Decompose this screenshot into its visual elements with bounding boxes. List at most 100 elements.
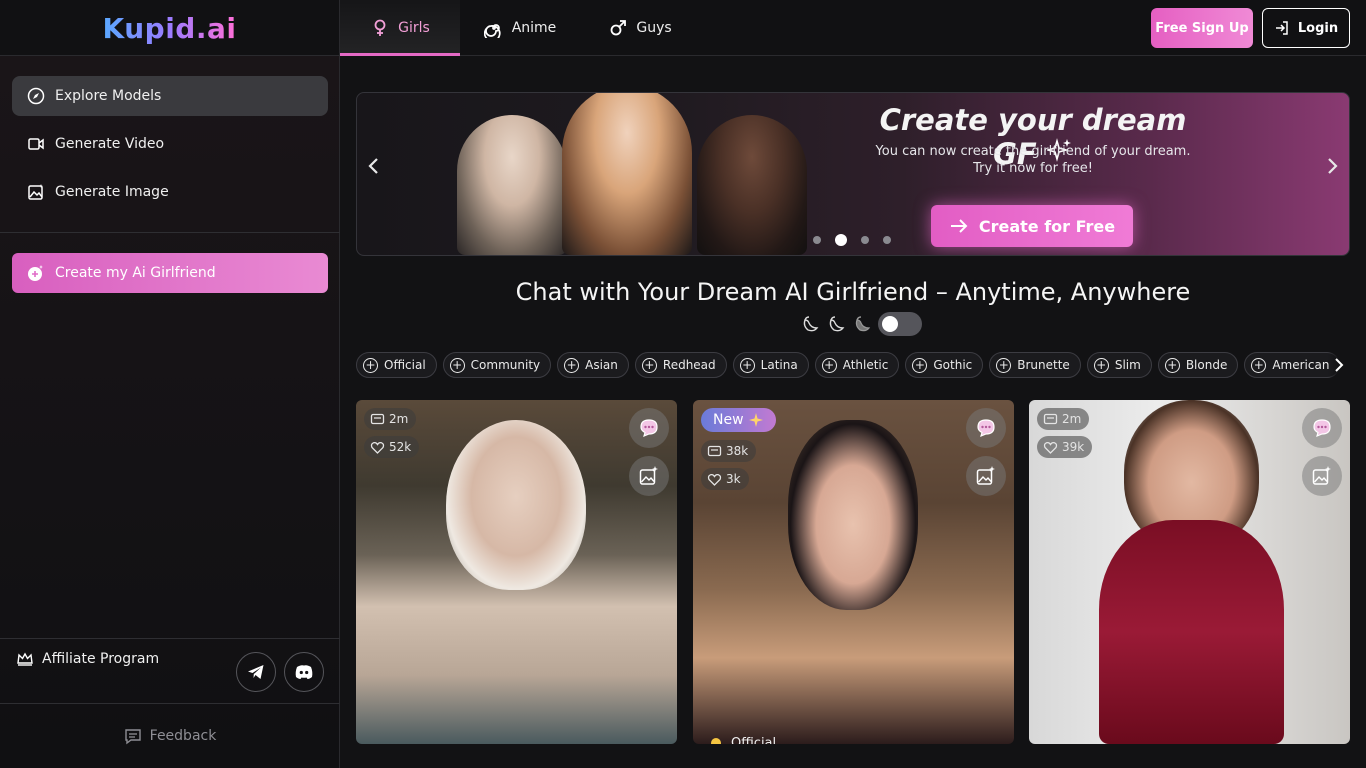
chat-bubble-icon xyxy=(640,419,658,438)
affiliate-program-link[interactable]: Affiliate Program xyxy=(16,650,159,668)
login-button[interactable]: Login xyxy=(1262,8,1350,48)
sidebar-divider xyxy=(0,638,340,639)
generate-image-button[interactable] xyxy=(966,456,1006,496)
category-tabs: Girls Anime Guys xyxy=(340,0,700,56)
banner-next-button[interactable] xyxy=(1317,151,1347,181)
heart-icon xyxy=(1043,441,1058,454)
carousel-dot[interactable] xyxy=(883,236,891,244)
sidebar-item-generate-image[interactable]: Generate Image xyxy=(12,172,328,212)
logo-text: Kupid.ai xyxy=(102,11,237,45)
banner-prev-button[interactable] xyxy=(359,151,389,181)
tag-asian[interactable]: + Asian xyxy=(557,352,629,378)
spicy-toggle[interactable] xyxy=(878,312,922,336)
heart-icon xyxy=(370,441,385,454)
tag-official[interactable]: + Official xyxy=(356,352,437,378)
generate-image-button[interactable] xyxy=(629,456,669,496)
model-card[interactable]: 2m 52k xyxy=(356,400,677,744)
like-count-badge: 39k xyxy=(1037,436,1093,458)
official-badge: Official xyxy=(707,734,776,744)
carousel-dot-active[interactable] xyxy=(835,234,847,246)
like-count-badge: 3k xyxy=(701,468,749,490)
banner-model-image xyxy=(697,115,807,255)
plus-icon: + xyxy=(641,357,657,373)
new-badge: New xyxy=(701,408,776,432)
tag-american[interactable]: + American xyxy=(1244,352,1341,378)
plus-icon: + xyxy=(1093,357,1109,373)
tag-brunette[interactable]: + Brunette xyxy=(989,352,1081,378)
plus-icon: + xyxy=(363,357,378,373)
official-label: Official xyxy=(731,735,777,745)
chat-icon xyxy=(370,413,385,424)
sparkle-icon xyxy=(748,413,763,427)
discord-icon xyxy=(295,665,313,679)
tab-anime-label: Anime xyxy=(511,20,557,36)
plus-icon: + xyxy=(996,357,1012,373)
tag-label: Brunette xyxy=(1017,358,1070,372)
carousel-dot[interactable] xyxy=(861,236,869,244)
like-count: 3k xyxy=(726,472,741,486)
feedback-label: Feedback xyxy=(149,728,217,744)
chat-bubble-icon xyxy=(124,729,141,745)
chat-button[interactable] xyxy=(966,408,1006,448)
generate-image-button[interactable] xyxy=(1302,456,1342,496)
telegram-button[interactable] xyxy=(236,652,276,692)
image-sparkle-icon xyxy=(28,184,43,200)
plus-icon: + xyxy=(821,357,837,373)
tab-girls-label: Girls xyxy=(398,20,430,36)
image-sparkle-icon xyxy=(976,466,995,485)
sidebar-item-generate-video[interactable]: Generate Video xyxy=(12,124,328,164)
chat-count: 38k xyxy=(726,444,749,458)
arrow-right-icon xyxy=(950,219,968,233)
chat-icon xyxy=(1043,413,1058,424)
model-card[interactable]: 2m 39k xyxy=(1029,400,1350,744)
tab-girls[interactable]: Girls xyxy=(340,0,460,56)
tags-scroll-right-button[interactable] xyxy=(1328,352,1350,378)
free-signup-button[interactable]: Free Sign Up xyxy=(1151,8,1253,48)
sidebar-item-explore-models[interactable]: Explore Models xyxy=(12,76,328,116)
like-count: 52k xyxy=(389,440,412,454)
main-content: Create your dream GF You can now create … xyxy=(340,56,1366,768)
heart-icon xyxy=(707,473,722,486)
chat-count: 2m xyxy=(1062,412,1082,426)
create-for-free-button[interactable]: Create for Free xyxy=(931,205,1133,247)
tag-filter-bar: + Official + Community + Asian + Redhead + La… xyxy=(356,352,1344,378)
chat-button[interactable] xyxy=(629,408,669,448)
discord-button[interactable] xyxy=(284,652,324,692)
top-bar: Kupid.ai Girls Anime Guys Free Sign Up L… xyxy=(0,0,1366,56)
promo-banner: Create your dream GF You can now create … xyxy=(356,92,1350,256)
tab-anime[interactable]: Anime xyxy=(460,0,580,56)
chevron-right-icon xyxy=(1328,158,1338,174)
sidebar-item-label: Generate Video xyxy=(55,136,165,152)
carousel-dot[interactable] xyxy=(813,236,821,244)
logo[interactable]: Kupid.ai xyxy=(0,0,340,56)
cta-label: Create for Free xyxy=(978,216,1116,236)
tag-community[interactable]: + Community xyxy=(442,352,552,378)
plus-icon: + xyxy=(564,357,580,373)
tag-athletic[interactable]: + Athletic xyxy=(814,352,900,378)
chat-count-badge: 2m xyxy=(1037,408,1090,430)
chat-icon xyxy=(707,445,722,456)
plus-icon: + xyxy=(739,357,755,373)
banner-model-image xyxy=(562,93,692,255)
tab-guys[interactable]: Guys xyxy=(580,0,700,56)
tag-label: Slim xyxy=(1114,358,1141,372)
model-portrait xyxy=(788,420,918,610)
tag-slim[interactable]: + Slim xyxy=(1086,352,1152,378)
tag-redhead[interactable]: + Redhead xyxy=(634,352,727,378)
pepper-icon xyxy=(829,316,845,332)
tag-label: Gothic xyxy=(933,358,973,372)
like-count-badge: 52k xyxy=(364,436,420,458)
chat-bubble-icon xyxy=(1313,419,1331,438)
chat-button[interactable] xyxy=(1302,408,1342,448)
feedback-link[interactable]: Feedback xyxy=(0,720,340,752)
login-icon xyxy=(1275,21,1288,35)
create-ai-girlfriend-button[interactable]: Create my Ai Girlfriend xyxy=(12,253,328,293)
model-card[interactable]: New 38k 3k Official xyxy=(693,400,1014,744)
plus-icon: + xyxy=(1251,357,1267,373)
sidebar-divider xyxy=(0,232,340,233)
sidebar: Explore Models Generate Video Generate I… xyxy=(0,56,340,768)
tag-gothic[interactable]: + Gothic xyxy=(905,352,984,378)
tag-latina[interactable]: + Latina xyxy=(732,352,809,378)
sidebar-divider xyxy=(0,703,340,704)
tag-blonde[interactable]: + Blonde xyxy=(1157,352,1239,378)
